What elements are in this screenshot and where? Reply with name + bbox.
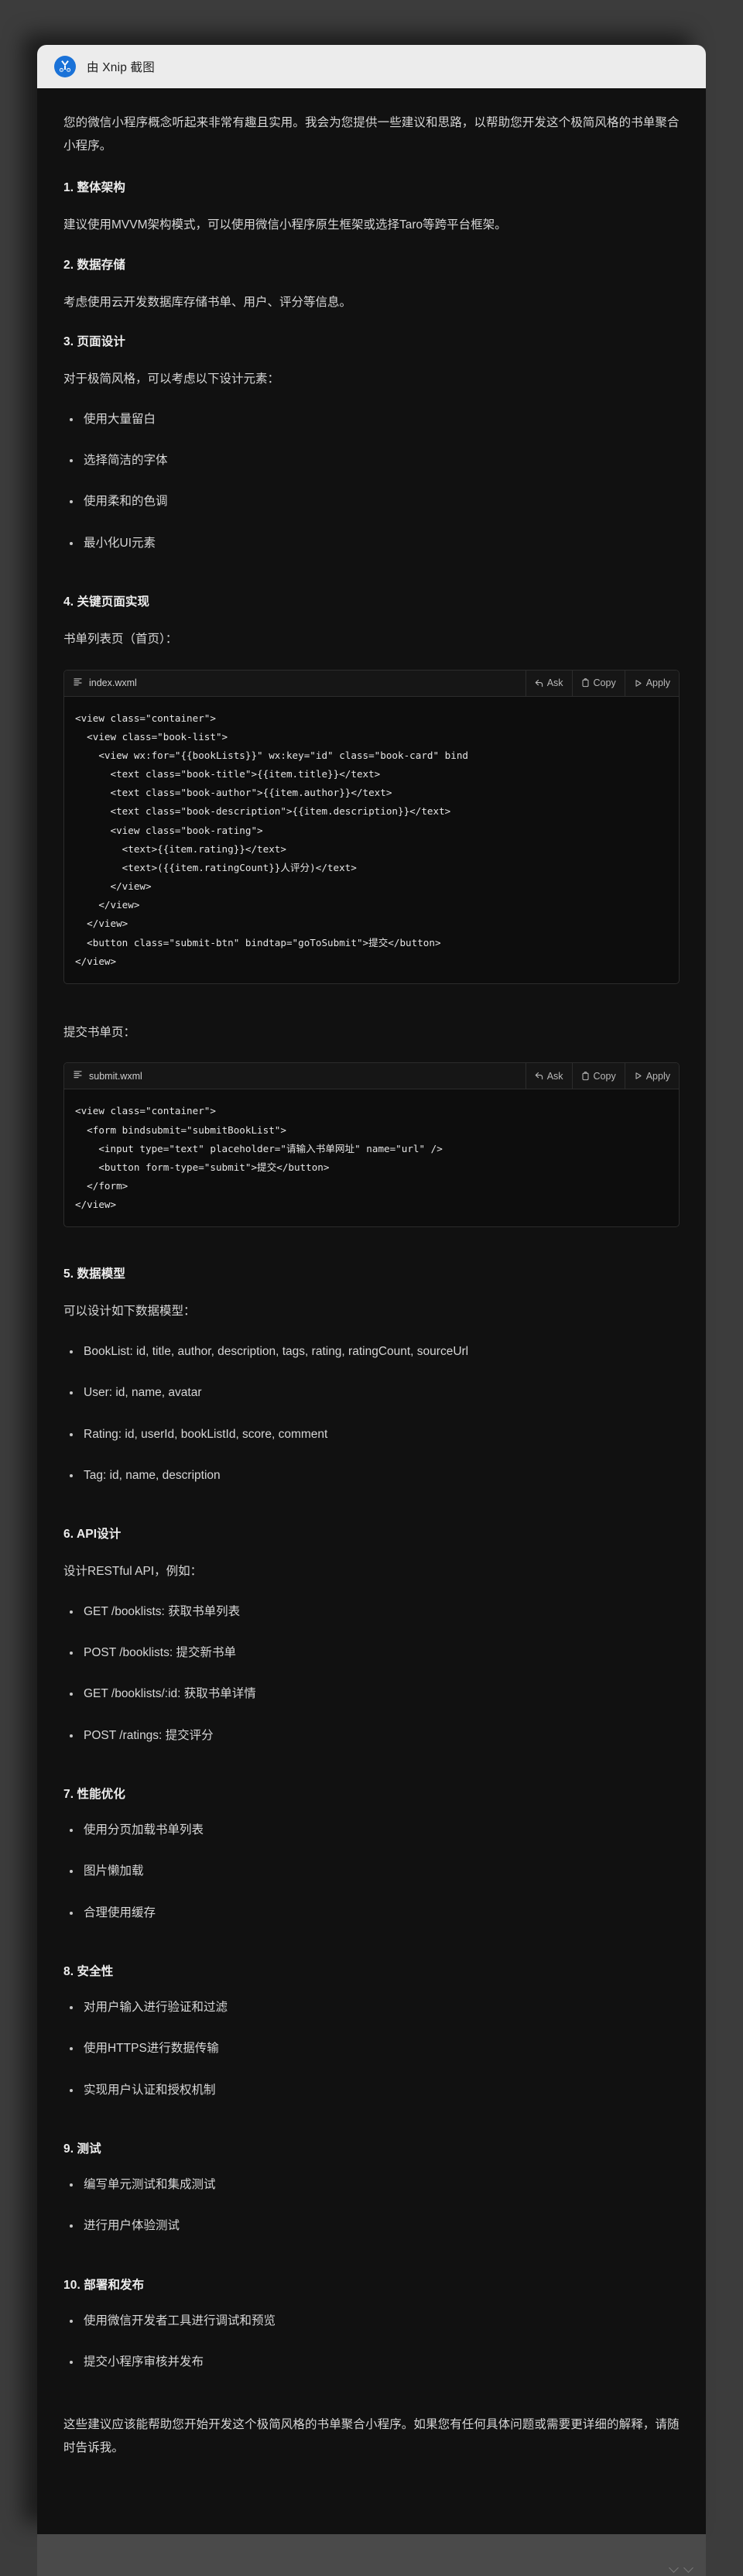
list-item: POST /ratings: 提交评分	[63, 1726, 680, 1746]
code-block-body: <view class="container"> <form bindsubmi…	[64, 1089, 679, 1226]
list-item: 提交小程序审核并发布	[63, 2352, 680, 2372]
code-lines-icon	[74, 1070, 83, 1082]
heading-2: 2. 数据存储	[63, 258, 125, 272]
code-filename-row: submit.wxml	[64, 1063, 526, 1089]
list-item: GET /booklists/:id: 获取书单详情	[63, 1684, 680, 1704]
window-bottom-strip	[37, 2534, 706, 2576]
code-apply-button[interactable]: Apply	[624, 670, 679, 696]
code-apply-label: Apply	[645, 677, 670, 689]
section-8-bullets: 对用户输入进行验证和过滤 使用HTTPS进行数据传输 实现用户认证和授权机制	[63, 1998, 680, 2101]
code-copy-label: Copy	[593, 677, 616, 689]
xnip-window: 由 Xnip 截图 您的微信小程序概念听起来非常有趣且实用。我会为您提供一些建议…	[37, 45, 706, 2534]
code-copy-button[interactable]: Copy	[571, 1063, 625, 1089]
list-item: 最小化UI元素	[63, 533, 680, 554]
list-item: 使用分页加载书单列表	[63, 1820, 680, 1840]
list-item: 使用大量留白	[63, 410, 680, 430]
code-content[interactable]: <view class="container"> <view class="bo…	[64, 709, 679, 971]
code-ask-button[interactable]: Ask	[525, 1063, 572, 1089]
intro-paragraph: 您的微信小程序概念听起来非常有趣且实用。我会为您提供一些建议和思路，以帮助您开发…	[63, 116, 680, 153]
clipboard-icon	[581, 1072, 590, 1081]
chevron-mark-icon	[683, 2563, 693, 2573]
chevron-mark-icon	[669, 2563, 679, 2573]
list-item: 图片懒加载	[63, 1861, 680, 1881]
section-9-bullets: 编写单元测试和集成测试 进行用户体验测试	[63, 2175, 680, 2237]
titlebar: 由 Xnip 截图	[37, 45, 706, 88]
list-item: 选择简洁的字体	[63, 451, 680, 471]
code-filename: index.wxml	[89, 677, 137, 689]
list-item: 对用户输入进行验证和过滤	[63, 1998, 680, 2018]
outro-paragraph: 这些建议应该能帮助您开始开发这个极简风格的书单聚合小程序。如果您有任何具体问题或…	[63, 2417, 680, 2454]
section-6-body: 设计RESTful API，例如：	[63, 1565, 203, 1579]
arrow-reply-icon	[535, 1072, 543, 1080]
code-ask-label: Ask	[546, 1070, 563, 1082]
assistant-message: 您的微信小程序概念听起来非常有趣且实用。我会为您提供一些建议和思路，以帮助您开发…	[37, 88, 706, 2491]
list-item: 使用柔和的色调	[63, 492, 680, 512]
code-block-header: submit.wxml Ask Copy Apply	[64, 1063, 679, 1090]
list-item: Tag: id, name, description	[63, 1466, 680, 1486]
code-block-submit-wxml: submit.wxml Ask Copy Apply <view class="…	[63, 1062, 680, 1228]
section-3-bullets: 使用大量留白 选择简洁的字体 使用柔和的色调 最小化UI元素	[63, 410, 680, 554]
code-block-actions: Ask Copy Apply	[525, 670, 679, 696]
code-block-header: index.wxml Ask Copy Apply	[64, 670, 679, 697]
list-item: Rating: id, userId, bookListId, score, c…	[63, 1425, 680, 1445]
list-item: 进行用户体验测试	[63, 2216, 680, 2236]
code-ask-label: Ask	[546, 677, 563, 689]
heading-9: 9. 测试	[63, 2142, 101, 2156]
code-ask-button[interactable]: Ask	[525, 670, 572, 696]
code-filename: submit.wxml	[89, 1070, 142, 1082]
xnip-scissors-icon	[54, 56, 76, 77]
clipboard-icon	[581, 678, 590, 688]
list-item: User: id, name, avatar	[63, 1383, 680, 1403]
code-block-actions: Ask Copy Apply	[525, 1063, 679, 1089]
heading-1: 1. 整体架构	[63, 181, 125, 195]
code-block-index-wxml: index.wxml Ask Copy Apply <view class="c…	[63, 669, 680, 984]
code-block-body: <view class="container"> <view class="bo…	[64, 697, 679, 983]
code-copy-button[interactable]: Copy	[571, 670, 625, 696]
heading-7: 7. 性能优化	[63, 1788, 125, 1802]
heading-5: 5. 数据模型	[63, 1267, 125, 1281]
list-item: BookList: id, title, author, description…	[63, 1342, 680, 1362]
code-label-2: 提交书单页：	[63, 1025, 136, 1039]
list-item: 实现用户认证和授权机制	[63, 2080, 680, 2101]
section-1-body: 建议使用MVVM架构模式，可以使用微信小程序原生框架或选择Taro等跨平台框架。	[63, 218, 507, 232]
section-10-bullets: 使用微信开发者工具进行调试和预览 提交小程序审核并发布	[63, 2311, 680, 2373]
code-label-1: 书单列表页（首页）：	[63, 633, 178, 647]
section-5-bullets: BookList: id, title, author, description…	[63, 1342, 680, 1486]
section-3-body: 对于极简风格，可以考虑以下设计元素：	[63, 372, 280, 386]
heading-8: 8. 安全性	[63, 1965, 114, 1979]
heading-4: 4. 关键页面实现	[63, 595, 150, 609]
section-7-bullets: 使用分页加载书单列表 图片懒加载 合理使用缓存	[63, 1820, 680, 1923]
list-item: 编写单元测试和集成测试	[63, 2175, 680, 2195]
section-6-bullets: GET /booklists: 获取书单列表 POST /booklists: …	[63, 1602, 680, 1746]
section-2-body: 考虑使用云开发数据库存储书单、用户、评分等信息。	[63, 295, 352, 309]
section-5-body: 可以设计如下数据模型：	[63, 1305, 196, 1319]
code-copy-label: Copy	[593, 1070, 616, 1082]
resize-marks	[669, 2563, 693, 2573]
list-item: 使用HTTPS进行数据传输	[63, 2039, 680, 2059]
arrow-reply-icon	[535, 679, 543, 688]
code-filename-row: index.wxml	[64, 671, 526, 696]
play-triangle-icon	[634, 679, 642, 688]
heading-6: 6. API设计	[63, 1528, 122, 1542]
titlebar-label: 由 Xnip 截图	[87, 61, 155, 74]
list-item: 使用微信开发者工具进行调试和预览	[63, 2311, 680, 2331]
code-apply-label: Apply	[645, 1070, 670, 1082]
heading-10: 10. 部署和发布	[63, 2278, 145, 2292]
list-item: POST /booklists: 提交新书单	[63, 1643, 680, 1663]
screenshot-root: 由 Xnip 截图 您的微信小程序概念听起来非常有趣且实用。我会为您提供一些建议…	[0, 0, 743, 2576]
heading-3: 3. 页面设计	[63, 335, 125, 349]
play-triangle-icon	[634, 1072, 642, 1080]
list-item: 合理使用缓存	[63, 1903, 680, 1923]
code-content[interactable]: <view class="container"> <form bindsubmi…	[64, 1102, 679, 1214]
list-item: GET /booklists: 获取书单列表	[63, 1602, 680, 1622]
code-lines-icon	[74, 677, 83, 689]
code-apply-button[interactable]: Apply	[624, 1063, 679, 1089]
